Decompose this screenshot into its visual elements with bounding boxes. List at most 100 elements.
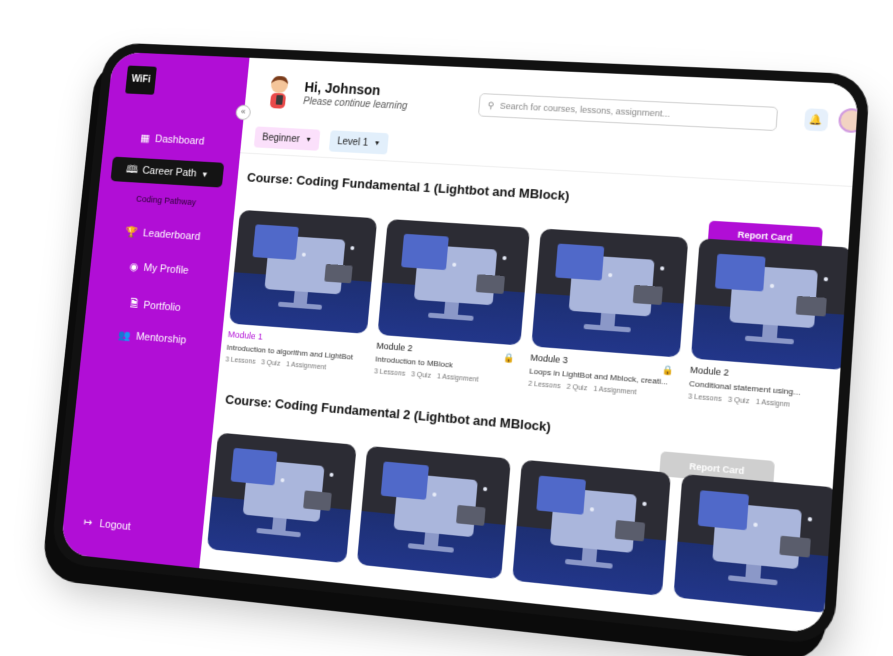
module-card[interactable] <box>356 445 511 580</box>
logout-button[interactable]: ↦ Logout <box>83 516 131 533</box>
panel-illustration <box>475 274 505 294</box>
online-status-dot <box>856 126 860 137</box>
panel-illustration <box>779 535 811 558</box>
sidebar-item-career-path[interactable]: 🕮 Career Path ▼ <box>110 156 225 188</box>
sidebar-item-leaderboard[interactable]: 🏆 Leaderboard <box>94 224 232 245</box>
filter-label: Level 1 <box>336 135 369 149</box>
assignment-count: 1 Assignm <box>755 398 791 409</box>
node-dot <box>807 516 813 522</box>
quiz-count: 3 Quiz <box>410 371 432 380</box>
panel-illustration <box>697 490 750 531</box>
panel-illustration <box>714 253 766 292</box>
sidebar-item-label: Portfolio <box>142 299 182 314</box>
module-thumbnail <box>673 473 838 614</box>
module-thumbnail <box>690 238 853 371</box>
sidebar-item-label: My Profile <box>143 261 190 277</box>
node-dot <box>329 472 334 477</box>
filter-label: Beginner <box>261 132 301 145</box>
sidebar-item-label: Leaderboard <box>142 227 201 243</box>
logout-icon: ↦ <box>83 516 93 530</box>
monitor-base <box>277 301 323 310</box>
monitor-base <box>256 527 301 538</box>
monitor-stand <box>762 324 778 338</box>
module-card[interactable]: Module 2 Conditional statement using... 3 … <box>688 238 853 413</box>
sidebar-item-label: Dashboard <box>154 133 205 147</box>
monitor-base <box>727 575 778 586</box>
module-thumbnail <box>377 218 531 346</box>
module-thumbnail <box>531 228 689 358</box>
greeting-subtitle: Please continue learning <box>302 96 408 112</box>
quiz-count: 3 Quiz <box>260 359 281 368</box>
dashboard-icon: ▦ <box>139 132 151 145</box>
panel-illustration <box>303 490 332 511</box>
panel-illustration <box>536 475 587 515</box>
panel-illustration <box>401 233 449 271</box>
bell-icon: 🔔 <box>809 114 824 127</box>
chevron-down-icon: ▼ <box>373 139 381 147</box>
lesson-count: 3 Lessons <box>225 356 256 366</box>
module-card[interactable] <box>512 459 671 596</box>
panel-illustration <box>555 243 605 281</box>
monitor-stand <box>293 291 308 304</box>
trophy-icon: 🏆 <box>124 226 139 239</box>
course-title: Course: Coding Fundamental 2 (Lightbot a… <box>224 391 552 435</box>
search-placeholder: Search for courses, lessons, assignment.… <box>499 100 671 119</box>
kid-avatar-icon <box>269 75 289 109</box>
module-thumbnail <box>356 445 511 580</box>
module-card[interactable]: Module 3 Loops in LightBot and Mblock, cr… <box>528 228 689 399</box>
document-icon: 🗎 <box>129 297 139 310</box>
module-thumbnail <box>512 459 671 596</box>
sidebar-item-label: Career Path <box>141 164 198 180</box>
main-content: Hi, Johnson Please continue learning ⚲ S… <box>199 57 860 635</box>
module-thumbnail <box>228 209 378 334</box>
assignment-count: 1 Assignment <box>285 361 327 372</box>
panel-illustration <box>324 263 353 284</box>
module-card[interactable] <box>673 473 838 614</box>
module-card[interactable] <box>206 432 357 564</box>
notification-button[interactable]: 🔔 <box>803 108 829 132</box>
panel-illustration <box>456 504 486 526</box>
panel-illustration <box>380 461 429 500</box>
sidebar-item-dashboard[interactable]: ▦ Dashboard <box>104 130 242 150</box>
sidebar-item-my-profile[interactable]: ◉ My Profile <box>90 258 229 280</box>
node-dot <box>642 501 647 507</box>
lock-icon: 🔒 <box>662 364 675 376</box>
module-card[interactable]: Module 1 Introduction to algorithm and Li… <box>225 209 378 375</box>
panel-illustration <box>252 224 299 260</box>
group-icon: 👥 <box>117 329 132 343</box>
panel-illustration <box>230 447 278 486</box>
monitor-base <box>564 558 613 569</box>
node-dot <box>502 255 507 261</box>
lesson-count: 3 Lessons <box>373 368 406 378</box>
module-card[interactable]: Module 2 Introduction to MBlock 3 Lessons 3… <box>373 218 531 387</box>
node-dot <box>482 486 488 492</box>
sidebar-item-portfolio[interactable]: 🗎 Portfolio <box>86 292 225 320</box>
chevron-down-icon: ▼ <box>304 136 313 144</box>
panel-illustration <box>614 519 646 542</box>
node-dot <box>350 246 355 251</box>
sidebar-item-label: Mentorship <box>135 330 187 346</box>
book-icon: 🕮 <box>125 163 139 176</box>
lesson-count: 3 Lessons <box>687 393 722 404</box>
quiz-count: 2 Quiz <box>566 383 588 393</box>
user-icon: ◉ <box>128 261 139 274</box>
user-avatar[interactable] <box>837 107 860 134</box>
monitor-base <box>583 323 631 333</box>
monitor-stand <box>600 312 616 327</box>
quiz-count: 3 Quiz <box>727 396 750 406</box>
chevron-down-icon: ▼ <box>200 169 209 179</box>
sidebar-subitem-coding-pathway[interactable]: Coding Pathway <box>97 192 235 210</box>
assignment-count: 1 Assignment <box>436 373 479 384</box>
logout-label: Logout <box>98 517 132 533</box>
level-filter[interactable]: Level 1 ▼ <box>328 130 390 155</box>
app-logo[interactable]: WiFi <box>125 65 157 95</box>
search-input[interactable]: ⚲ Search for courses, lessons, assignmen… <box>477 93 779 132</box>
node-dot <box>823 276 829 282</box>
assignment-count: 1 Assignment <box>592 385 637 397</box>
tablet-frame: WiFi « ▦ Dashboard 🕮 Career Path ▼ Codin… <box>50 42 871 647</box>
module-thumbnail <box>206 432 357 564</box>
difficulty-filter[interactable]: Beginner ▼ <box>253 126 321 151</box>
panel-illustration <box>632 284 663 306</box>
sidebar-item-mentorship[interactable]: 👥 Mentorship <box>83 326 222 349</box>
greeting-title: Hi, Johnson <box>303 79 382 99</box>
